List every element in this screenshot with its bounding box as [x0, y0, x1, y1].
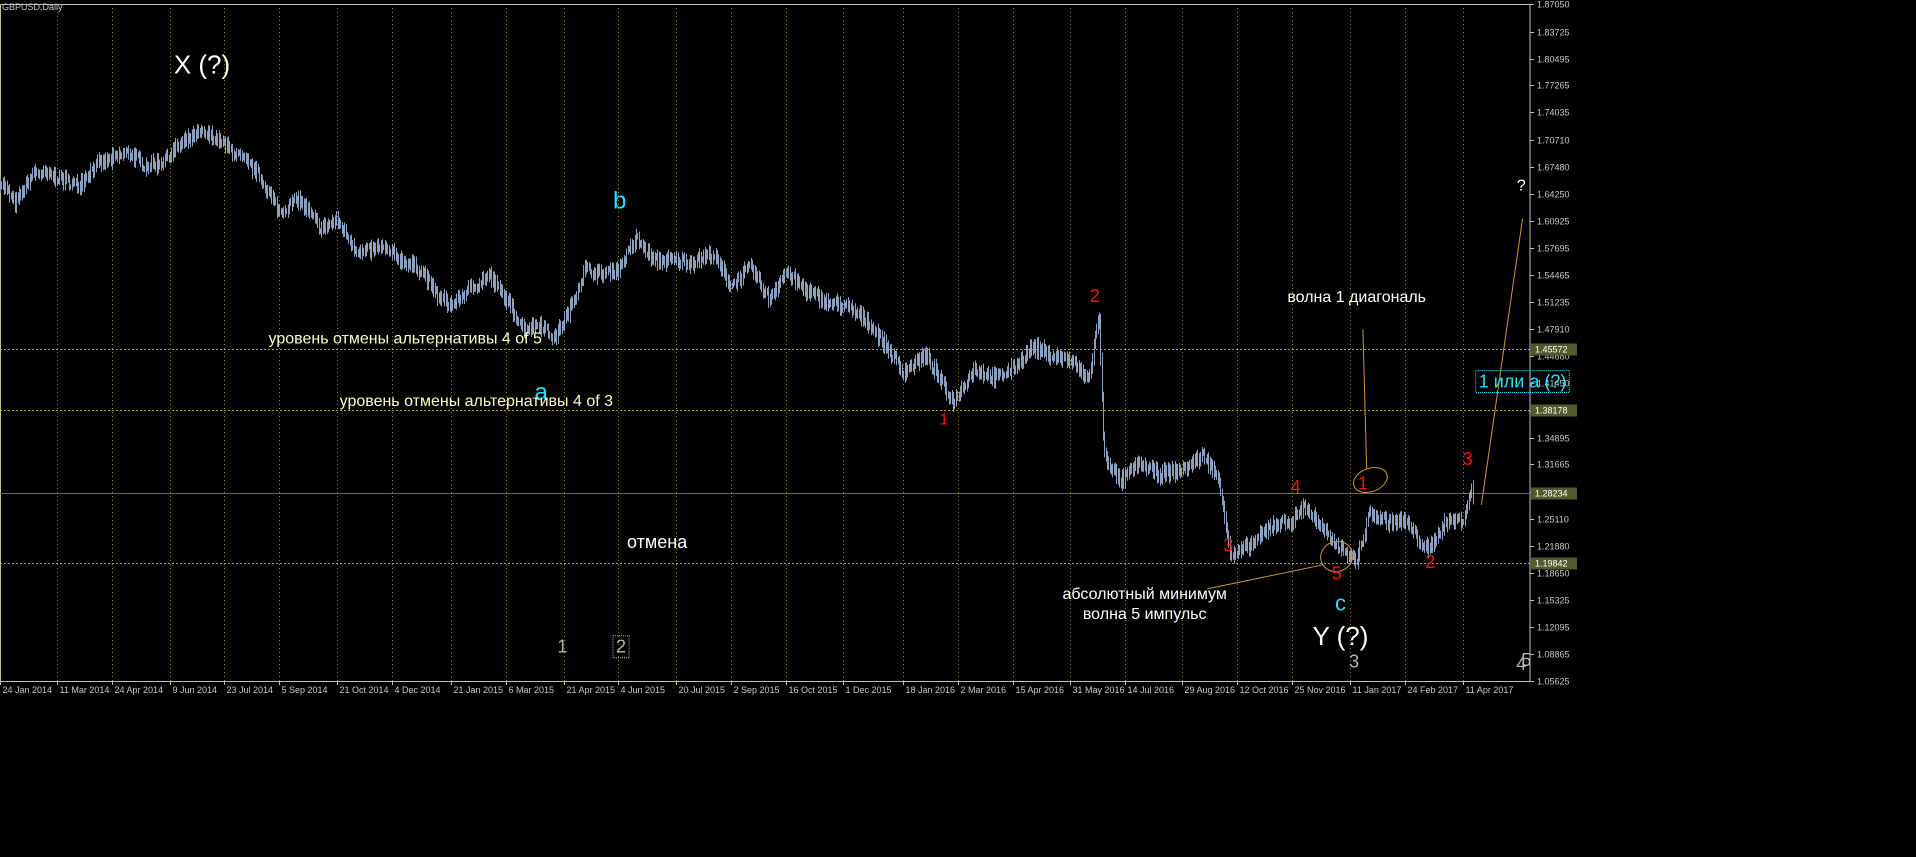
price-chart[interactable]: 24 Jan 2014 11 Mar 2014 24 Apr 2014 9 Jun 2…	[0, 0, 1916, 857]
y-tick-label: 1.64250	[1537, 190, 1570, 200]
annotation-diag-label: волна 1 диагональ	[1287, 289, 1426, 306]
annotation-gray-5: 5	[1521, 650, 1531, 670]
annotation-red-3-low: 3	[1223, 535, 1233, 555]
x-tick-label: 24 Feb 2017	[1408, 685, 1459, 695]
x-tick-label: 31 May 2016	[1073, 685, 1125, 695]
y-tick-label: 1.70710	[1537, 136, 1570, 146]
annotation-c-wave: c	[1335, 591, 1346, 616]
y-tick-label: 1.05625	[1537, 677, 1570, 687]
annotation-level-4of3: уровень отмены альтернативы 4 of 3	[340, 393, 614, 410]
annotation-red-1-small: 1	[1358, 474, 1368, 494]
annotation-level-4of5: уровень отмены альтернативы 4 of 5	[269, 331, 543, 348]
price-tag-label: 1.38178	[1535, 406, 1568, 416]
annotation-red-2-small: 2	[1425, 552, 1435, 572]
y-tick-label: 1.31665	[1537, 460, 1570, 470]
annotation-gray-1: 1	[557, 637, 567, 657]
chart-symbol-label: GBPUSD,Daily	[2, 2, 63, 12]
y-tick-label: 1.12095	[1537, 623, 1570, 633]
x-tick-label: 4 Dec 2014	[395, 685, 441, 695]
x-tick-label: 14 Jul 2016	[1128, 685, 1175, 695]
x-tick-label: 21 Apr 2015	[567, 685, 616, 695]
trendline	[1480, 218, 1524, 506]
y-tick-label: 1.51235	[1537, 298, 1570, 308]
x-tick-label: 20 Jul 2015	[679, 685, 726, 695]
price-tag-label: 1.28234	[1535, 489, 1568, 499]
x-tick-label: 5 Sep 2014	[282, 685, 328, 695]
x-tick-label: 29 Aug 2016	[1185, 685, 1236, 695]
x-tick-label: 15 Apr 2016	[1016, 685, 1065, 695]
x-tick-label: 16 Oct 2015	[789, 685, 838, 695]
annotation-y-wave: Y (?)	[1313, 621, 1369, 651]
y-tick-label: 1.77265	[1537, 81, 1570, 91]
x-tick-label: 23 Jul 2014	[227, 685, 274, 695]
x-tick-label: 18 Jan 2016	[906, 685, 956, 695]
y-tick-label: 1.21880	[1537, 542, 1570, 552]
leader-diag	[1362, 329, 1368, 470]
y-tick-label: 1.08865	[1537, 650, 1570, 660]
x-tick-label: 1 Dec 2015	[846, 685, 892, 695]
x-tick-label: 2 Sep 2015	[734, 685, 780, 695]
y-tick-label: 1.83725	[1537, 28, 1570, 38]
annotation-red-1-main: 1	[939, 411, 948, 428]
x-tick-label: 6 Mar 2015	[509, 685, 555, 695]
x-tick-label: 2 Mar 2016	[961, 685, 1007, 695]
annotation-gray-3: 3	[1349, 652, 1359, 672]
y-tick-label: 1.74035	[1537, 108, 1570, 118]
annotation-x-wave: X (?)	[174, 50, 230, 80]
y-tick-label: 1.80495	[1537, 55, 1570, 65]
price-tag-label: 1.19842	[1535, 559, 1568, 569]
annotation-question: ?	[1517, 178, 1526, 195]
x-tick-label: 21 Jan 2015	[454, 685, 504, 695]
x-tick-label: 21 Oct 2014	[340, 685, 389, 695]
y-tick-label: 1.47910	[1537, 325, 1570, 335]
y-tick-label: 1.87050	[1537, 0, 1570, 10]
annotation-b-wave: b	[613, 188, 626, 215]
x-tick-label: 25 Nov 2016	[1295, 685, 1346, 695]
x-tick-label: 11 Apr 2017	[1466, 685, 1514, 695]
plot-frame	[0, 4, 1531, 682]
x-tick-label: 9 Jun 2014	[173, 685, 218, 695]
annotation-red-3-small: 3	[1463, 449, 1473, 469]
y-tick-label: 1.54465	[1537, 271, 1570, 281]
annotation-one-or-a: 1 или а (?)	[1479, 371, 1567, 391]
annotation-abs-min-1: абсолютный минимум	[1063, 586, 1227, 603]
annotation-red-5: 5	[1332, 564, 1342, 584]
x-tick-label: 11 Jan 2017	[1353, 685, 1402, 695]
annotation-otmena: отмена	[627, 532, 688, 552]
x-tick-label: 11 Mar 2014	[60, 685, 110, 695]
y-tick-label: 1.57695	[1537, 244, 1570, 254]
y-tick-label: 1.18650	[1537, 569, 1570, 579]
annotation-red-4: 4	[1291, 477, 1301, 497]
annotation-red-2-main: 2	[1090, 286, 1100, 306]
x-tick-label: 12 Oct 2016	[1240, 685, 1289, 695]
y-tick-label: 1.34895	[1537, 434, 1570, 444]
x-tick-label: 4 Jun 2015	[621, 685, 666, 695]
y-tick-label: 1.15325	[1537, 596, 1570, 606]
price-bars	[0, 124, 1474, 570]
annotation-abs-min-2: волна 5 импульс	[1083, 606, 1207, 623]
y-tick-label: 1.67480	[1537, 163, 1570, 173]
y-tick-label: 1.25110	[1537, 515, 1569, 525]
annotation-gray-2: 2	[616, 637, 626, 657]
x-tick-label: 24 Jan 2014	[3, 685, 53, 695]
x-tick-label: 24 Apr 2014	[115, 685, 164, 695]
price-tag-label: 1.45572	[1535, 345, 1568, 355]
ellipse-1	[1353, 467, 1388, 493]
y-tick-label: 1.60925	[1537, 217, 1570, 227]
